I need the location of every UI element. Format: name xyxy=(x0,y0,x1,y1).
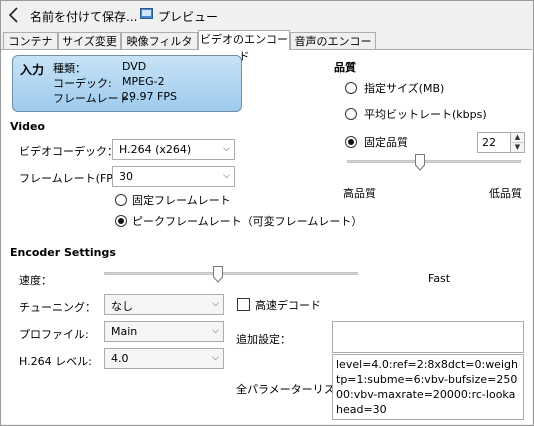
chevron-down-icon: ⌵ xyxy=(223,144,230,154)
source-type-label: 種類： xyxy=(53,62,86,75)
peak-framerate-label: ピークフレームレート（可変フレームレート） xyxy=(132,215,363,228)
chevron-down-icon: ⌵ xyxy=(223,171,230,181)
peak-framerate-radio[interactable] xyxy=(115,215,127,227)
video-codec-label: ビデオコーデック： xyxy=(19,145,118,158)
target-size-label: 指定サイズ(MB) xyxy=(364,82,445,95)
chevron-down-icon: ⌵ xyxy=(212,326,219,336)
extra-options-input[interactable] xyxy=(332,321,524,353)
fast-decode-checkbox[interactable] xyxy=(237,298,250,311)
low-quality-label: 低品質 xyxy=(489,187,522,200)
tab-video-encode[interactable]: ビデオのエンコード xyxy=(198,30,290,63)
source-codec-label: コーデック: xyxy=(53,77,112,90)
avg-bitrate-label: 平均ビットレート(kbps) xyxy=(364,108,487,121)
h264-level-select[interactable]: 4.0 ⌵ xyxy=(104,348,224,369)
spin-down-icon[interactable]: ▼ xyxy=(510,143,524,152)
h264-level-label: H.264 レベル: xyxy=(19,355,92,368)
framerate-select[interactable]: 30 ⌵ xyxy=(112,166,235,187)
tab-strip: コンテナー サイズ変更 映像フィルター ビデオのエンコード 音声のエンコード xyxy=(1,30,533,65)
avg-bitrate-radio[interactable] xyxy=(345,108,357,120)
speed-label: 速度： xyxy=(19,274,52,287)
quality-value-spinner[interactable]: 22 ▲ ▼ xyxy=(477,132,525,153)
high-quality-label: 高品質 xyxy=(343,187,376,200)
tab-container[interactable]: コンテナー xyxy=(3,32,58,65)
tab-resize[interactable]: サイズ変更 xyxy=(58,32,121,49)
tab-audio-encode[interactable]: 音声のエンコード xyxy=(290,32,376,65)
speed-value-label: Fast xyxy=(428,272,451,285)
chevron-down-icon: ⌵ xyxy=(212,299,219,309)
full-params-textbox[interactable]: level=4.0:ref=2:8x8dct=0:weightp=1:subme… xyxy=(332,354,524,420)
source-codec-value: MPEG-2 xyxy=(122,75,165,88)
source-info-box: 入力 種類： DVD コーデック: MPEG-2 フレームレート: 29.97 … xyxy=(12,55,242,112)
tune-label: チューニング： xyxy=(19,301,96,314)
constant-quality-radio[interactable] xyxy=(345,136,357,148)
target-size-radio[interactable] xyxy=(345,82,357,94)
preview-icon[interactable] xyxy=(140,8,153,19)
toolbar: 名前を付けて保存... プレビュー xyxy=(1,1,533,28)
constant-framerate-radio[interactable] xyxy=(115,194,127,206)
speed-slider-thumb[interactable] xyxy=(213,266,224,283)
constant-framerate-label: 固定フレームレート xyxy=(132,194,231,207)
tune-select[interactable]: なし ⌵ xyxy=(104,294,224,315)
tab-video-filters[interactable]: 映像フィルター xyxy=(121,32,198,65)
save-as-button[interactable]: 名前を付けて保存... xyxy=(30,8,137,25)
speed-slider-track[interactable] xyxy=(104,272,358,275)
extra-options-label: 追加設定： xyxy=(236,333,291,346)
preview-button[interactable]: プレビュー xyxy=(158,8,218,25)
profile-select[interactable]: Main ⌵ xyxy=(104,321,224,342)
profile-label: プロファイル: xyxy=(19,328,89,341)
chevron-down-icon: ⌵ xyxy=(212,353,219,363)
quality-slider-thumb[interactable] xyxy=(415,154,426,171)
encoder-section-title: Encoder Settings xyxy=(10,246,116,259)
source-framerate-value: 29.97 FPS xyxy=(122,90,177,103)
spin-up-icon[interactable]: ▲ xyxy=(510,133,524,143)
quality-section-title: 品質 xyxy=(334,61,356,74)
constant-quality-label: 固定品質 xyxy=(364,136,408,149)
fast-decode-label: 高速デコード xyxy=(255,299,321,312)
source-info-title: 入力 xyxy=(20,63,45,77)
video-codec-select[interactable]: H.264 (x264) ⌵ xyxy=(112,139,235,160)
quality-slider-track[interactable] xyxy=(347,160,521,163)
source-type-value: DVD xyxy=(122,60,147,73)
video-section-title: Video xyxy=(10,120,45,133)
back-arrow-icon[interactable] xyxy=(5,5,23,25)
